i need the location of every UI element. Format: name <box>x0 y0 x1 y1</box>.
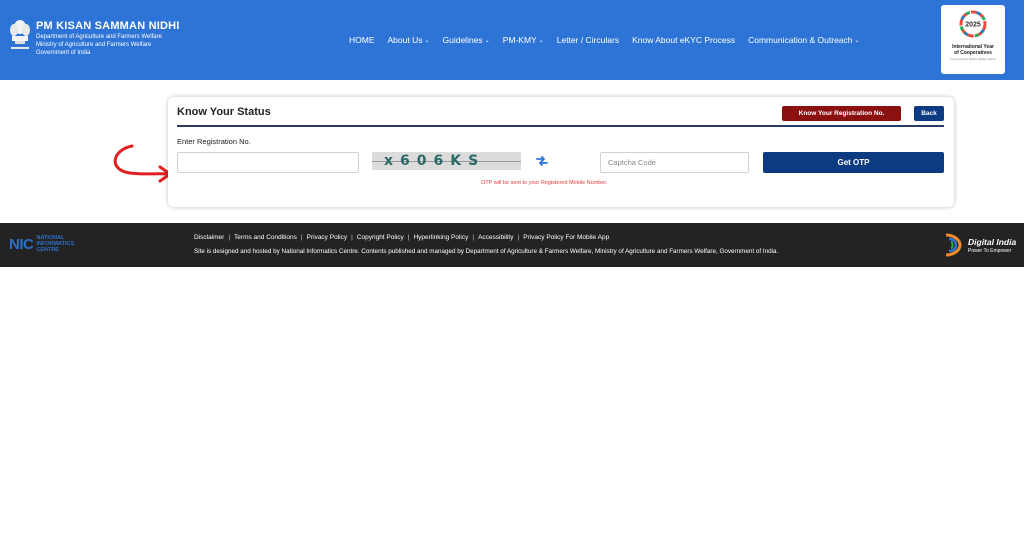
know-your-status-card: Know Your Status Know Your Registration … <box>168 97 954 207</box>
coop-line-2: of Cooperatives <box>954 50 992 56</box>
digital-india-mark-icon <box>945 233 962 257</box>
digital-india-title: Digital India <box>968 237 1017 247</box>
nav-home-label: HOME <box>349 35 375 45</box>
refresh-captcha-icon[interactable] <box>535 154 549 168</box>
nav-ekyc-process[interactable]: Know About eKYC Process <box>632 35 735 45</box>
link-separator: | <box>351 234 353 241</box>
otp-note: OTP will be sent to your Registered Mobi… <box>481 180 608 186</box>
site-subtitle-1: Department of Agriculture and Farmers We… <box>36 34 162 40</box>
brand-block[interactable]: PM KISAN SAMMAN NIDHI Department of Agri… <box>36 20 180 57</box>
footer-link-hyperlinking[interactable]: Hyperlinking Policy <box>413 234 468 241</box>
get-otp-button[interactable]: Get OTP <box>763 152 944 173</box>
nav-guidelines[interactable]: Guidelines ⌄ <box>443 35 490 45</box>
nav-pm-kmy-label: PM-KMY <box>502 35 537 45</box>
cooperatives-logo-icon: 2025 <box>959 10 987 38</box>
site-subtitle-3: Government of India <box>36 50 91 56</box>
registration-number-label: Enter Registration No. <box>177 137 251 146</box>
nav-ekyc-process-label: Know About eKYC Process <box>632 35 736 45</box>
footer-link-privacy-mobile-app[interactable]: Privacy Policy For Mobile App <box>523 234 609 241</box>
nav-letter-circulars-label: Letter / Circulars <box>556 35 620 45</box>
footer-link-terms[interactable]: Terms and Conditions <box>234 234 297 241</box>
nav-communication-outreach[interactable]: Communication & Outreach ⌄ <box>748 35 859 45</box>
registration-number-input[interactable] <box>177 152 359 173</box>
footer-links: Disclaimer | Terms and Conditions | Privac… <box>194 234 609 241</box>
card-title: Know Your Status <box>177 106 271 118</box>
digital-india-logo[interactable]: Digital India Power To Empower <box>940 231 1024 259</box>
national-emblem-icon <box>10 20 30 49</box>
coop-tagline: Cooperatives Build a Better World <box>950 57 996 61</box>
link-separator: | <box>407 234 410 241</box>
international-year-cooperatives-badge[interactable]: 2025 International Year of Cooperatives … <box>941 5 1005 74</box>
captcha-text: x606KS <box>384 153 486 169</box>
nav-communication-outreach-label: Communication & Outreach <box>748 35 853 45</box>
nav-pm-kmy[interactable]: PM-KMY ⌄ <box>503 35 544 45</box>
site-subtitle-2: Ministry of Agriculture and Farmers Welf… <box>36 42 152 48</box>
captcha-code-input[interactable] <box>600 152 749 173</box>
footer-link-copyright[interactable]: Copyright Policy <box>357 234 404 241</box>
link-separator: | <box>228 234 231 241</box>
chevron-down-icon: ⌄ <box>854 37 860 44</box>
nav-home[interactable]: HOME <box>349 35 375 45</box>
site-title: PM KISAN SAMMAN NIDHI <box>36 20 180 32</box>
nav-about-us-label: About Us <box>387 35 423 45</box>
nic-abbr: NIC <box>9 235 34 253</box>
card-divider <box>177 125 944 127</box>
footer-link-disclaimer[interactable]: Disclaimer <box>194 234 224 241</box>
site-header: PM KISAN SAMMAN NIDHI Department of Agri… <box>0 0 1024 80</box>
nav-guidelines-label: Guidelines <box>442 35 483 45</box>
main-nav: HOME About Us ⌄ Guidelines ⌄ PM-KMY ⌄ Lette… <box>349 35 873 45</box>
coop-year: 2025 <box>965 22 981 29</box>
captcha-image: x606KS <box>372 152 521 170</box>
chevron-down-icon: ⌄ <box>484 37 490 44</box>
link-separator: | <box>517 234 520 241</box>
nic-logo[interactable]: NIC NATIONAL INFORMATICS CENTRE <box>9 235 74 253</box>
nav-about-us[interactable]: About Us ⌄ <box>388 35 430 45</box>
nic-line-3: CENTRE <box>36 247 59 253</box>
nav-letter-circulars[interactable]: Letter / Circulars <box>557 35 619 45</box>
chevron-down-icon: ⌄ <box>424 37 430 44</box>
digital-india-tagline: Power To Empower <box>968 248 1012 254</box>
footer-link-privacy[interactable]: Privacy Policy <box>307 234 347 241</box>
link-separator: | <box>300 234 303 241</box>
link-separator: | <box>472 234 475 241</box>
footer-link-accessibility[interactable]: Accessibility <box>478 234 513 241</box>
know-registration-number-button[interactable]: Know Your Registration No. <box>782 106 901 121</box>
back-button[interactable]: Back <box>914 106 944 121</box>
site-footer: NIC NATIONAL INFORMATICS CENTRE Disclaim… <box>0 223 1024 267</box>
chevron-down-icon: ⌄ <box>538 37 544 44</box>
footer-note: Site is designed and hosted by National … <box>194 248 779 255</box>
